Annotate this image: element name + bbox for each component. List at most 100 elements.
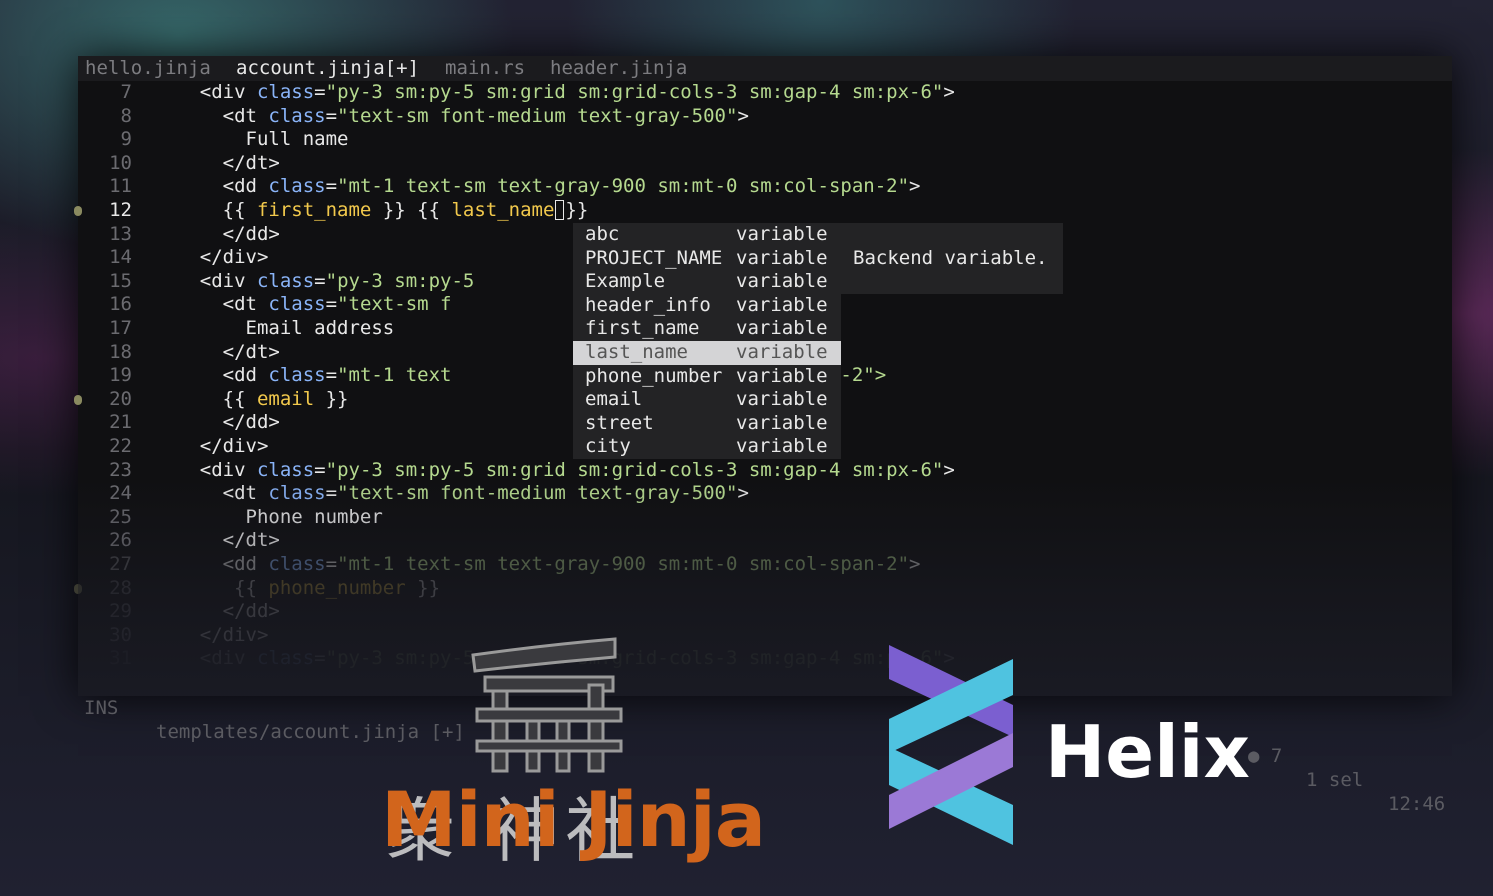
code-line[interactable]: 25 Phone number (78, 506, 1452, 530)
tab-bar: hello.jinja account.jinja[+] main.rs hea… (78, 56, 1452, 81)
completion-item[interactable]: abc variable (573, 223, 841, 247)
gutter-diagnostic-icon (74, 394, 82, 405)
html-tag: <div (199, 647, 257, 670)
status-selections: 1 sel (1306, 769, 1364, 791)
equals-sign: = (325, 553, 338, 575)
code-text: </div> (199, 435, 269, 457)
html-tag: <div (199, 81, 257, 103)
code-line[interactable]: 30 </div> (78, 624, 1452, 648)
attribute-value: "mt-1 text-sm text-gray-900 sm:mt-0 sm:c… (337, 175, 910, 198)
html-attribute: class (268, 104, 326, 127)
completion-item-name: street (585, 411, 654, 434)
code-line[interactable]: 9 Full name (78, 128, 1452, 152)
code-line[interactable]: 29 </dd> (78, 600, 1452, 624)
line-number: 9 (120, 128, 132, 151)
line-number: 26 (109, 529, 132, 552)
line-number: 14 (109, 246, 132, 269)
completion-item-name: last_name (585, 341, 688, 363)
code-line[interactable]: 8 <dt class="text-sm font-medium text-gr… (78, 105, 1452, 129)
line-code: <dd class="mt-1 text-sm text-gray-900 sm… (154, 553, 921, 577)
html-tag: <dd (222, 175, 269, 198)
completion-item-name: phone_number (585, 364, 723, 387)
line-number: 16 (109, 293, 132, 316)
code-line[interactable]: 27 <dd class="mt-1 text-sm text-gray-900… (78, 553, 1452, 577)
code-text: </div> (199, 246, 269, 269)
line-code: <dt class="text-sm font-medium text-gray… (154, 482, 749, 506)
code-text: Phone number (245, 505, 383, 528)
html-tag: <div (199, 269, 257, 292)
completion-item[interactable]: phone_number variable (573, 365, 841, 389)
html-tag: <dt (222, 293, 269, 316)
line-code: <dd class="mt-1 text-sm text-gray-900 sm… (154, 175, 921, 199)
code-line[interactable]: 26 </dt> (78, 529, 1452, 553)
html-tag-close: > (943, 458, 955, 481)
code-text: </dt> (222, 340, 280, 363)
code-line[interactable]: 23 <div class="py-3 sm:py-5 sm:grid sm:g… (78, 459, 1452, 483)
completion-item[interactable]: email variable (573, 388, 841, 412)
equals-sign: = (314, 458, 326, 481)
line-code: </dt> (154, 529, 280, 553)
html-attribute: class (256, 81, 315, 103)
equals-sign: = (314, 269, 326, 292)
line-code: </dd> (154, 411, 280, 435)
tab-header-jinja[interactable]: header.jinja (550, 56, 687, 81)
attribute-value: "mt-1 text-sm text-gray-900 sm:mt-0 sm:c… (337, 553, 910, 575)
completion-item[interactable]: street variable (573, 412, 841, 436)
completion-menu[interactable]: abc variable PROJECT_NAME variable Example va… (573, 223, 841, 459)
helix-mark-icon (889, 645, 1013, 845)
status-cursor-position: 12:46 (1388, 793, 1446, 815)
line-code: Phone number (154, 506, 383, 530)
completion-item-kind: variable (736, 293, 828, 316)
html-tag: <dt (222, 104, 269, 127)
html-tag: <dd (222, 364, 269, 387)
line-code: </div> (154, 624, 269, 648)
completion-item[interactable]: PROJECT_NAME variable (573, 247, 841, 271)
line-number: 21 (109, 411, 132, 434)
completion-item[interactable]: city variable (573, 435, 841, 459)
line-number: 28 (109, 576, 132, 599)
line-number: 17 (109, 317, 132, 339)
code-line[interactable]: 12 {{ first_name }} {{ last_name}} (74, 199, 1452, 223)
attribute-value: "text-sm font-medium text-gray-500" (337, 482, 738, 505)
html-attribute: class (256, 647, 315, 670)
code-line[interactable]: 10 </dt> (78, 152, 1452, 176)
completion-item[interactable]: last_name variable (573, 341, 841, 365)
template-brace: {{ (234, 576, 269, 599)
html-attribute: class (256, 458, 315, 481)
line-number: 7 (120, 81, 132, 103)
equals-sign: = (314, 81, 326, 103)
tab-hello-jinja[interactable]: hello.jinja (85, 56, 211, 81)
tab-main-rs[interactable]: main.rs (445, 56, 525, 81)
template-brace: }} (565, 199, 589, 221)
equals-sign: = (325, 104, 338, 127)
line-number: 22 (109, 435, 132, 457)
completion-item-name: header_info (585, 293, 711, 316)
attribute-value: "py-3 sm:py-5 sm:grid sm:grid-cols-3 sm:… (325, 81, 944, 103)
line-number: 10 (109, 151, 132, 174)
template-brace: {{ (222, 387, 257, 410)
code-line[interactable]: 7 <div class="py-3 sm:py-5 sm:grid sm:gr… (78, 81, 1452, 105)
completion-item[interactable]: Example variable (573, 270, 841, 294)
template-brace: {{ (417, 199, 452, 221)
line-code: </dt> (154, 152, 280, 176)
completion-item[interactable]: first_name variable (573, 317, 841, 341)
attribute-value: "mt-1 text (337, 364, 452, 387)
equals-sign: = (325, 364, 338, 387)
attribute-value: "py-3 sm:py-5 sm:grid sm:grid-cols-3 sm:… (325, 458, 944, 481)
code-line[interactable]: 28 {{ phone_number }} (74, 576, 1452, 601)
completion-item[interactable]: header_info variable (573, 294, 841, 318)
code-line[interactable]: 11 <dd class="mt-1 text-sm text-gray-900… (78, 175, 1452, 199)
html-tag-close: > (909, 553, 921, 575)
editor-window[interactable]: hello.jinja account.jinja[+] main.rs hea… (74, 56, 1452, 815)
line-code: {{ first_name }} {{ last_name}} (154, 199, 589, 223)
tab-account-jinja[interactable]: account.jinja[+] (236, 56, 419, 81)
code-line[interactable]: 24 <dt class="text-sm font-medium text-g… (78, 482, 1452, 506)
code-text: </dt> (222, 151, 280, 174)
